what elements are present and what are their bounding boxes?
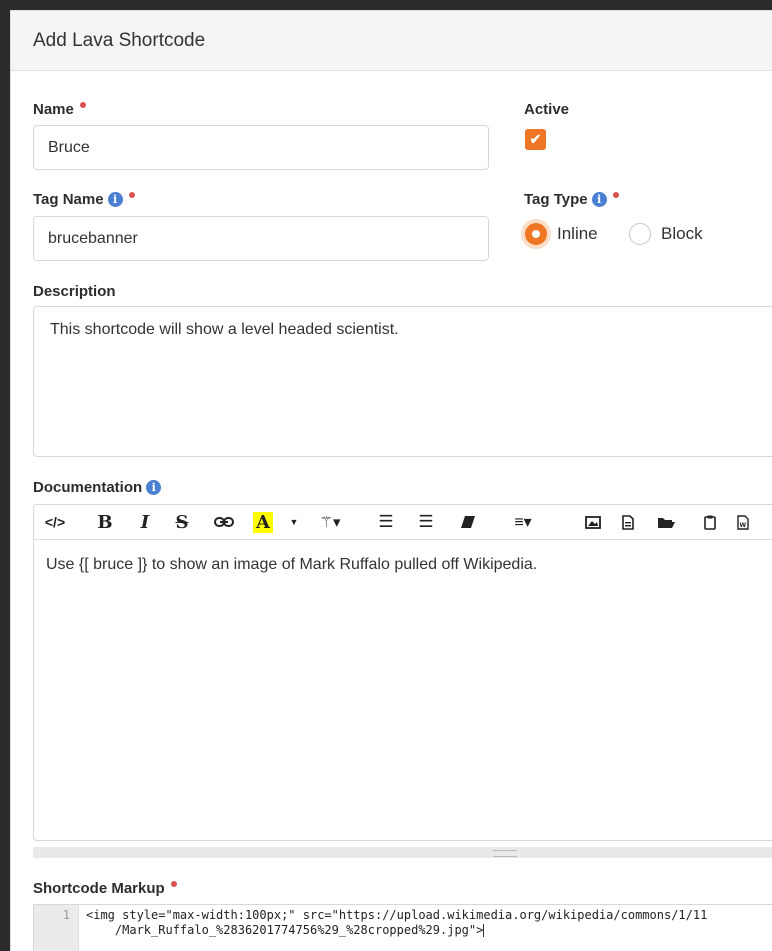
radio-unselected-icon[interactable] (629, 223, 651, 245)
tag-name-label: Tag Name i (33, 191, 135, 208)
documentation-content[interactable]: Use {[ bruce ]} to show an image of Mark… (34, 540, 772, 590)
active-label: Active (524, 101, 569, 118)
italic-icon[interactable]: I (135, 505, 155, 539)
tag-name-input[interactable]: brucebanner (33, 216, 489, 261)
document-icon[interactable] (617, 505, 639, 539)
link-icon[interactable] (212, 505, 236, 539)
name-label-text: Name (33, 101, 74, 118)
name-input[interactable]: Bruce (33, 125, 489, 170)
highlight-color-icon[interactable]: A (253, 505, 273, 539)
ordered-list-icon[interactable]: ☰ (375, 505, 397, 539)
required-indicator (128, 191, 135, 198)
markup-code-editor[interactable]: 1 <img style="max-width:100px;" src="htt… (33, 904, 772, 951)
code-line-1: <img style="max-width:100px;" src="https… (86, 908, 708, 922)
editor-toolbar: </> B I S A ▼ ⚚▾ ☰ ☰ ≡▾ W (34, 505, 772, 540)
text-cursor (483, 924, 485, 937)
tag-name-label-text: Tag Name (33, 191, 104, 208)
code-view-icon[interactable]: </> (42, 505, 68, 539)
info-icon[interactable]: i (591, 192, 607, 207)
markup-label-text: Shortcode Markup (33, 880, 165, 897)
description-textarea[interactable]: This shortcode will show a level headed … (33, 306, 772, 457)
radio-inline[interactable]: Inline (525, 223, 598, 245)
line-number: 1 (62, 908, 70, 922)
align-icon[interactable]: ≡▾ (507, 505, 539, 539)
add-shortcode-panel: Add Lava Shortcode Name Bruce Active ✔ T… (10, 10, 772, 951)
strikethrough-icon[interactable]: S (171, 505, 193, 539)
word-document-icon[interactable]: W (732, 505, 754, 539)
svg-text:W: W (740, 522, 747, 529)
line-gutter: 1 (34, 905, 79, 951)
documentation-editor: </> B I S A ▼ ⚚▾ ☰ ☰ ≡▾ W Use {[bruce]… (33, 504, 772, 841)
info-icon[interactable]: i (146, 480, 162, 495)
description-label-text: Description (33, 283, 116, 300)
eraser-icon[interactable] (459, 505, 477, 539)
radio-selected-icon[interactable] (525, 223, 547, 245)
active-checkbox[interactable]: ✔ (525, 129, 546, 150)
description-label: Description (33, 283, 116, 300)
folder-open-icon[interactable] (654, 505, 678, 539)
unordered-list-icon[interactable]: ☰ (415, 505, 437, 539)
check-icon: ✔ (529, 131, 542, 147)
required-indicator (612, 191, 619, 198)
documentation-label: Documentation i (33, 479, 162, 496)
panel-title: Add Lava Shortcode (11, 11, 772, 71)
code-content[interactable]: <img style="max-width:100px;" src="https… (86, 908, 707, 938)
magic-wand-icon[interactable]: ⚚▾ (314, 505, 346, 539)
image-icon[interactable] (582, 505, 604, 539)
radio-inline-label: Inline (557, 224, 598, 243)
name-label: Name (33, 101, 86, 118)
markup-label: Shortcode Markup (33, 880, 177, 897)
radio-block-label: Block (661, 224, 703, 243)
editor-resize-handle[interactable] (33, 847, 772, 858)
tag-type-label-text: Tag Type (524, 191, 588, 208)
chevron-down-icon[interactable]: ▼ (288, 505, 300, 539)
documentation-label-text: Documentation (33, 479, 143, 496)
grip-icon (493, 850, 517, 857)
active-label-text: Active (524, 101, 570, 118)
required-indicator (79, 101, 86, 108)
tag-type-label: Tag Type i (524, 191, 619, 208)
clipboard-icon[interactable] (699, 505, 721, 539)
info-icon[interactable]: i (107, 192, 123, 207)
required-indicator (170, 880, 177, 887)
bold-icon[interactable]: B (94, 505, 116, 539)
radio-block[interactable]: Block (629, 223, 703, 245)
code-line-2: /Mark_Ruffalo_%2836201774756%29_%28cropp… (86, 923, 484, 937)
